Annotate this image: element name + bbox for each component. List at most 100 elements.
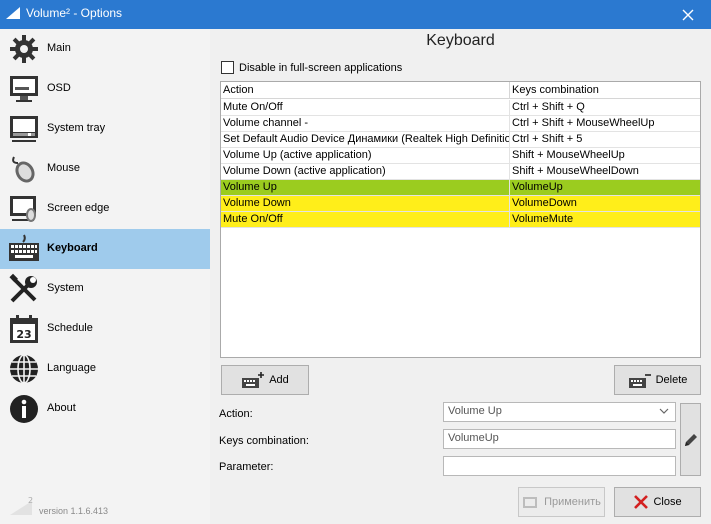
row-action: Volume channel - bbox=[223, 117, 308, 129]
table-row-highlighted[interactable]: Volume Down VolumeDown bbox=[221, 196, 700, 212]
sidebar-item-label: Schedule bbox=[47, 322, 93, 334]
table-row[interactable]: Volume Down (active application) Shift +… bbox=[221, 164, 700, 180]
keyboard-icon bbox=[9, 234, 39, 261]
column-header-action[interactable]: Action bbox=[223, 84, 254, 96]
action-select[interactable]: Volume Up bbox=[443, 402, 676, 422]
sidebar-item-schedule[interactable]: 23 Schedule bbox=[0, 309, 210, 349]
sidebar-item-label: OSD bbox=[47, 82, 71, 94]
column-header-keys[interactable]: Keys combination bbox=[512, 84, 599, 96]
info-icon bbox=[10, 395, 38, 423]
monitor-icon bbox=[10, 76, 38, 102]
row-keys: Shift + MouseWheelUp bbox=[512, 149, 625, 161]
row-keys: VolumeMute bbox=[512, 213, 574, 225]
table-row[interactable]: Volume channel - Ctrl + Shift + MouseWhe… bbox=[221, 116, 700, 132]
row-keys: VolumeDown bbox=[512, 197, 577, 209]
row-keys: Ctrl + Shift + MouseWheelUp bbox=[512, 117, 655, 129]
row-action: Set Default Audio Device Динамики (Realt… bbox=[223, 133, 509, 145]
add-hotkey-button[interactable]: Add bbox=[221, 365, 309, 395]
keyboard-panel: Keyboard Disable in full-screen applicat… bbox=[210, 29, 711, 524]
sidebar-item-label: Mouse bbox=[47, 162, 81, 174]
action-label: Action: bbox=[219, 408, 253, 420]
sidebar-item-label: About bbox=[47, 402, 76, 414]
sidebar-item-main[interactable]: Main bbox=[0, 29, 210, 69]
apply-button[interactable]: Применить bbox=[518, 487, 605, 517]
calendar-day: 23 bbox=[16, 328, 31, 341]
page-title: Keyboard bbox=[426, 32, 495, 49]
sidebar-item-label: System bbox=[47, 282, 84, 294]
sidebar-item-system[interactable]: System bbox=[0, 269, 210, 309]
row-action: Volume Down bbox=[223, 197, 291, 209]
window-title: Volume² - Options bbox=[26, 6, 123, 20]
pencil-icon bbox=[684, 433, 697, 446]
mouse-icon bbox=[12, 156, 35, 183]
version-label: version 1.1.6.413 bbox=[39, 506, 109, 516]
title-bar: Volume² - Options bbox=[0, 0, 711, 29]
keys-combination-label: Keys combination: bbox=[219, 435, 309, 447]
apply-button-label: Применить bbox=[544, 496, 601, 508]
cell-divider bbox=[509, 196, 510, 212]
hotkeys-table[interactable]: Action Keys combination Mute On/Off Ctrl… bbox=[220, 81, 701, 358]
table-row-selected[interactable]: Volume Up VolumeUp bbox=[221, 180, 700, 196]
row-action: Mute On/Off bbox=[223, 213, 283, 225]
row-action: Volume Up (active application) bbox=[223, 149, 372, 161]
cell-divider bbox=[509, 180, 510, 196]
fullscreen-checkbox-label[interactable]: Disable in full-screen applications bbox=[239, 62, 402, 74]
table-row[interactable]: Mute On/Off Ctrl + Shift + Q bbox=[221, 100, 700, 116]
row-keys: Ctrl + Shift + Q bbox=[512, 101, 585, 113]
cell-divider bbox=[509, 148, 510, 164]
cell-divider bbox=[509, 100, 510, 116]
window-close-button[interactable] bbox=[665, 0, 711, 29]
system-tray-icon bbox=[10, 116, 38, 142]
sidebar-item-screen-edge[interactable]: Screen edge bbox=[0, 189, 210, 229]
row-action: Volume Down (active application) bbox=[223, 165, 386, 177]
table-header: Action Keys combination bbox=[221, 82, 700, 99]
sidebar-item-label: Language bbox=[47, 362, 96, 374]
chevron-down-icon bbox=[659, 408, 669, 414]
cell-divider bbox=[509, 212, 510, 228]
row-action: Volume Up bbox=[223, 181, 277, 193]
version-logo-mark: 2 bbox=[28, 496, 33, 505]
keys-combination-value: VolumeUp bbox=[448, 432, 499, 444]
sidebar-item-system-tray[interactable]: System tray bbox=[0, 109, 210, 149]
close-button[interactable]: Close bbox=[614, 487, 701, 517]
cell-divider bbox=[509, 116, 510, 132]
sidebar-item-osd[interactable]: OSD bbox=[0, 69, 210, 109]
cell-divider bbox=[509, 164, 510, 180]
sidebar-item-about[interactable]: About bbox=[0, 389, 210, 429]
table-row[interactable]: Set Default Audio Device Динамики (Realt… bbox=[221, 132, 700, 148]
fullscreen-checkbox[interactable] bbox=[221, 61, 234, 74]
sidebar-item-keyboard[interactable]: Keyboard bbox=[0, 229, 210, 269]
delete-button-label: Delete bbox=[655, 374, 688, 386]
sidebar-item-label: Main bbox=[47, 42, 71, 54]
close-icon bbox=[682, 9, 694, 20]
sidebar-item-label: Keyboard bbox=[47, 242, 98, 254]
tools-icon bbox=[9, 273, 37, 303]
calendar-icon: 23 bbox=[10, 315, 38, 343]
row-keys: VolumeUp bbox=[512, 181, 563, 193]
edit-hotkey-button[interactable] bbox=[680, 403, 701, 476]
gear-icon bbox=[10, 35, 38, 63]
column-divider[interactable] bbox=[509, 82, 510, 99]
volume-app-icon bbox=[6, 7, 20, 19]
table-row[interactable]: Volume Up (active application) Shift + M… bbox=[221, 148, 700, 164]
keys-combination-field[interactable]: VolumeUp bbox=[443, 429, 676, 449]
version-logo-icon: 2 bbox=[10, 496, 33, 515]
delete-hotkey-button[interactable]: Delete bbox=[614, 365, 701, 395]
cell-divider bbox=[509, 132, 510, 148]
table-row-highlighted[interactable]: Mute On/Off VolumeMute bbox=[221, 212, 700, 228]
apply-icon bbox=[523, 497, 538, 508]
row-action: Mute On/Off bbox=[223, 101, 283, 113]
globe-icon bbox=[10, 354, 38, 384]
row-keys: Shift + MouseWheelDown bbox=[512, 165, 639, 177]
parameter-label: Parameter: bbox=[219, 461, 274, 473]
sidebar-item-language[interactable]: Language bbox=[0, 349, 210, 389]
action-select-value: Volume Up bbox=[448, 405, 502, 417]
sidebar-item-mouse[interactable]: Mouse bbox=[0, 149, 210, 189]
row-keys: Ctrl + Shift + 5 bbox=[512, 133, 583, 145]
sidebar-item-label: System tray bbox=[47, 122, 106, 134]
parameter-field[interactable] bbox=[443, 456, 676, 476]
keyboard-add-icon bbox=[242, 372, 265, 388]
sidebar: Main OSD System tray Mouse Screen edge K… bbox=[0, 29, 210, 524]
close-x-icon bbox=[634, 495, 649, 509]
sidebar-item-label: Screen edge bbox=[47, 202, 110, 214]
